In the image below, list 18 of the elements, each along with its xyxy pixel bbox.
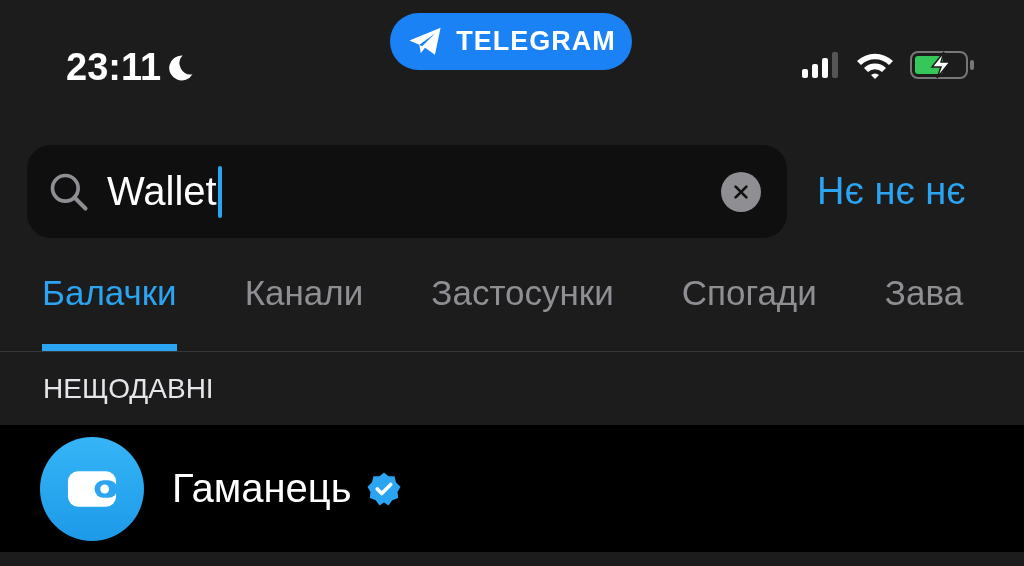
close-icon	[732, 182, 750, 201]
cancel-link[interactable]: Нє нє нє	[817, 170, 966, 213]
tab[interactable]: Балачки	[42, 238, 177, 351]
wallet-icon	[66, 469, 118, 508]
tab[interactable]: Зава	[884, 238, 964, 351]
tab[interactable]: Спогади	[681, 238, 817, 351]
section-header: НЕЩОДАВНІ	[42, 371, 215, 406]
signal-icon	[800, 52, 840, 78]
battery-icon	[910, 50, 976, 80]
tab[interactable]: Канали	[244, 238, 364, 351]
status-time: 23:11	[66, 46, 162, 89]
search-field[interactable]: Wallet	[27, 145, 787, 238]
app-pill[interactable]: TELEGRAM	[390, 13, 632, 70]
text-cursor	[217, 165, 222, 218]
chat-row[interactable]: Гаманець	[0, 425, 1024, 552]
chat-name: Гаманець	[172, 466, 352, 511]
clear-button[interactable]	[721, 171, 761, 212]
tab[interactable]: Застосунки	[431, 238, 614, 351]
